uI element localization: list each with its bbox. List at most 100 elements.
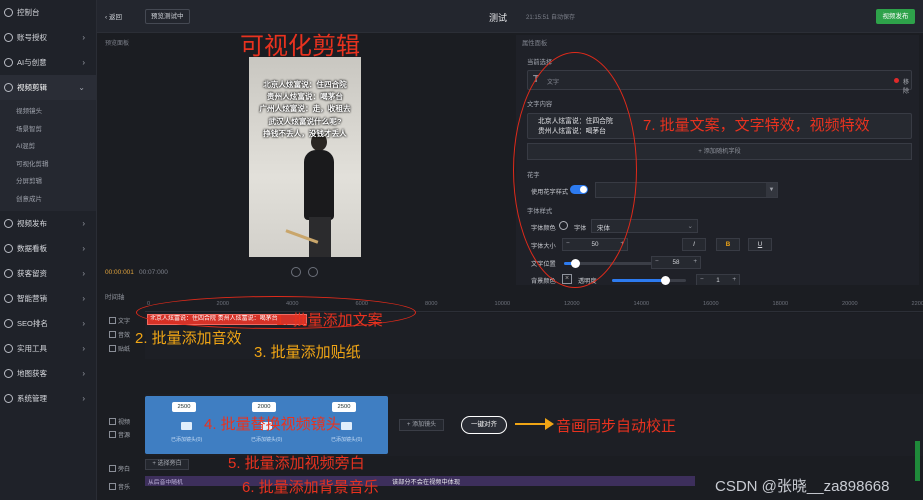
add-shot-button[interactable]: + 添加镜头 <box>399 419 444 431</box>
slider-fill <box>612 279 666 282</box>
sidebar-item-label: 视频发布 <box>17 219 47 228</box>
sidebar-item-label: 系统管理 <box>17 394 47 403</box>
video-preview[interactable]: 北京人炫富说：住四合院 贵州人炫富说：喝茅台 广州人炫富说：走，收租去 武汉人炫… <box>249 57 361 257</box>
subnav-item[interactable]: 可视化剪辑 <box>0 156 96 174</box>
loop-icon[interactable] <box>308 267 318 277</box>
sidebar-item-tools[interactable]: 实用工具 › <box>0 336 96 361</box>
sidebar-item-ai[interactable]: AI与创意 › <box>0 50 96 75</box>
publish-icon <box>4 219 13 228</box>
preview-panel: 预览面板 北京人炫富说：住四合院 贵州人炫富说：喝茅台 广州人炫富说：走，收租去… <box>101 35 509 285</box>
subnav-item[interactable]: 创意成片 <box>0 191 96 209</box>
clip-label: 已添加镜头(0) <box>251 437 283 443</box>
back-button[interactable]: ‹ 返回 <box>105 11 122 21</box>
subnav-item[interactable]: 分屏剪辑 <box>0 173 96 191</box>
sidebar-item-label: AI与创意 <box>17 58 47 67</box>
audio-track-icon <box>109 331 116 338</box>
publish-button[interactable]: 视频发布 <box>876 9 915 24</box>
track-voiceover: 旁白 <box>109 464 130 473</box>
tools-icon <box>4 344 13 353</box>
music-tip: 该部分不会在视频中体现 <box>392 479 461 486</box>
annotation-arrow-head <box>545 418 554 430</box>
chevron-right-icon: › <box>82 269 85 278</box>
source-track-icon <box>109 431 116 438</box>
sidebar-item-marketing[interactable]: 智能营销 › <box>0 286 96 311</box>
sidebar-item-settings[interactable]: 系统管理 › <box>0 386 96 411</box>
italic-button[interactable]: I <box>682 238 706 251</box>
marketing-icon <box>4 294 13 303</box>
total-time: 00:07:000 <box>139 269 168 276</box>
annotation-2: 2. 批量添加音效 <box>135 330 242 347</box>
video-edit-icon <box>4 83 13 92</box>
sidebar-item-map[interactable]: 地图获客 › <box>0 361 96 386</box>
annotation-1: 1. 批量添加文案 <box>276 312 383 329</box>
track-video: 视频 <box>109 417 130 426</box>
video-track-icon <box>109 418 116 425</box>
remove-button[interactable]: 移除 <box>903 77 911 95</box>
transparency-stepper[interactable]: −1 + <box>696 274 740 285</box>
sidebar-item-label: 智能营销 <box>17 294 47 303</box>
annotation-4: 4. 批量替换视频镜头 <box>204 416 341 433</box>
dashboard-icon <box>4 8 13 17</box>
dropdown-arrow-icon: ▼ <box>766 183 777 197</box>
sidebar-item-label: 地图获客 <box>17 369 47 378</box>
sidebar-item-video-edit[interactable]: 视频剪辑 ⌄ <box>0 75 96 100</box>
sidebar-item-leads[interactable]: 获客留资 › <box>0 261 96 286</box>
subnav-item[interactable]: 视频镜头 <box>0 103 96 121</box>
annotation-sync: 音画同步自动校正 <box>556 418 677 435</box>
map-icon <box>4 369 13 378</box>
subnav-item[interactable]: AI混剪 <box>0 138 96 156</box>
clip-duration: 2500 <box>172 402 196 412</box>
caption-line: 挣钱不丢人，没钱才丢人 <box>263 128 347 138</box>
select-voiceover-button[interactable]: + 选择旁白 <box>145 459 189 470</box>
preview-button[interactable]: 预览测试中 <box>145 9 190 24</box>
chevron-down-icon: ⌄ <box>687 223 693 230</box>
chevron-right-icon: › <box>82 219 85 228</box>
sidebar-item-account[interactable]: 账号授权 › <box>0 25 96 50</box>
clip-duration: 2000 <box>252 402 276 412</box>
clip-label: 已添加镜头(0) <box>331 437 363 443</box>
track-sticker: 贴纸 <box>109 344 130 353</box>
bold-button[interactable]: B <box>716 238 740 251</box>
project-title[interactable]: 测试 <box>489 11 507 24</box>
transparency-slider[interactable] <box>612 276 686 285</box>
person-body <box>304 150 334 220</box>
track-source: 音源 <box>109 430 130 439</box>
preview-panel-label: 预览面板 <box>105 41 130 47</box>
ruler-tick: 8000 <box>425 301 438 307</box>
chevron-right-icon: › <box>82 394 85 403</box>
data-icon <box>4 244 13 253</box>
track-music: 音乐 <box>109 482 130 491</box>
save-status: 21:15:51 自动保存 <box>526 15 576 21</box>
remove-dot-icon <box>894 78 899 83</box>
caption-line: 贵州人炫富说：喝茅台 <box>267 92 343 102</box>
properties-panel-label: 属性面板 <box>522 40 548 47</box>
annotation-6: 6. 批量添加背景音乐 <box>242 479 379 496</box>
caption-line: 武汉人炫富说什么呢? <box>268 116 342 126</box>
account-icon <box>4 33 13 42</box>
play-icon[interactable] <box>291 267 301 277</box>
ruler-tick: 20000 <box>842 301 858 307</box>
plus-icon[interactable]: + <box>693 258 697 265</box>
leads-icon <box>4 269 13 278</box>
annotation-arrow <box>515 423 548 425</box>
sidebar: 控制台 账号授权 › AI与创意 › 视频剪辑 ⌄ 视频镜头 场景智剪 AI混剪 可视… <box>0 0 97 500</box>
position-stepper[interactable]: −58 + <box>651 256 701 269</box>
chevron-right-icon: › <box>82 319 85 328</box>
plus-icon[interactable]: + <box>732 276 736 283</box>
chevron-right-icon: › <box>82 58 85 67</box>
sidebar-item-dashboard[interactable]: 控制台 <box>0 0 96 25</box>
subnav-item[interactable]: 场景智剪 <box>0 121 96 139</box>
track-audio: 音效 <box>109 330 130 339</box>
slider-knob[interactable] <box>661 276 671 285</box>
ruler-tick: 18000 <box>772 301 789 307</box>
sidebar-item-data[interactable]: 数据看板 › <box>0 236 96 261</box>
chevron-right-icon: › <box>82 33 85 42</box>
sidebar-item-seo[interactable]: SEO排名 › <box>0 311 96 336</box>
one-click-align-button[interactable]: 一键对齐 <box>461 416 507 434</box>
volume-meter <box>915 441 920 481</box>
sidebar-item-publish[interactable]: 视频发布 › <box>0 211 96 236</box>
current-time: 00:00:001 <box>105 269 134 276</box>
chevron-right-icon: › <box>82 294 85 303</box>
top-bar: ‹ 返回 预览测试中 测试 21:15:51 自动保存 视频发布 <box>97 0 923 33</box>
underline-button[interactable]: U <box>748 238 772 251</box>
